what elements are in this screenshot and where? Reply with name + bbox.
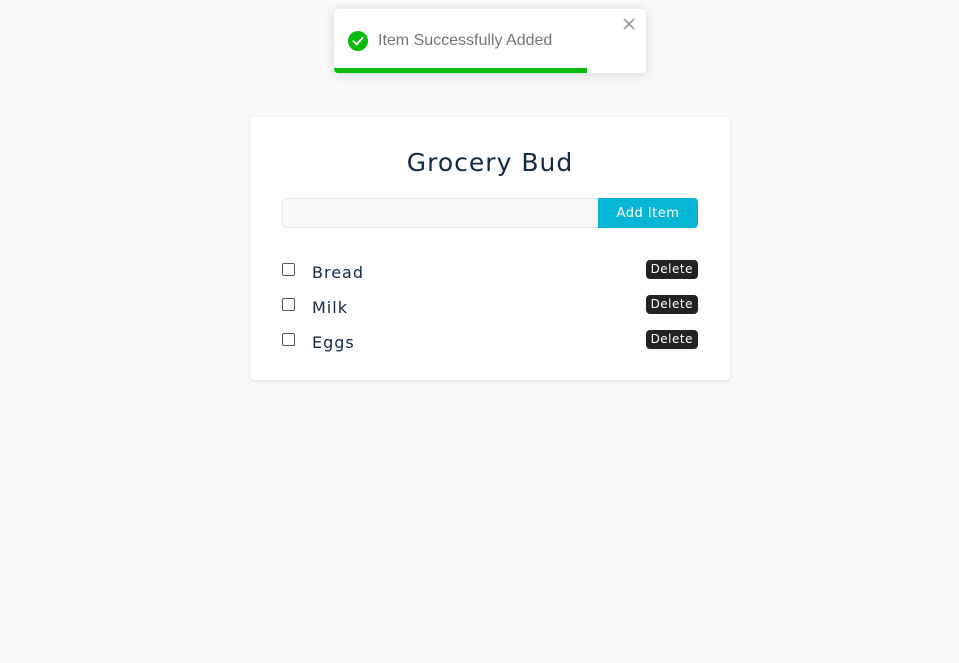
list-item: Eggs Delete [282,325,698,360]
list-item: Bread Delete [282,255,698,290]
delete-button[interactable]: Delete [645,329,698,349]
close-icon[interactable] [622,17,636,31]
toast-progress-bar [334,68,587,73]
delete-button[interactable]: Delete [645,294,698,314]
item-input[interactable] [282,198,598,228]
item-label: Eggs [312,333,355,352]
item-checkbox[interactable] [282,297,295,311]
success-toast: Item Successfully Added [334,9,646,73]
item-checkbox[interactable] [282,262,295,276]
check-circle-icon [348,31,368,51]
list-item: Milk Delete [282,290,698,325]
item-list: Bread Delete Milk Delete Eggs Delete [282,255,698,360]
delete-button[interactable]: Delete [645,259,698,279]
item-checkbox[interactable] [282,332,295,346]
add-item-form: Add Item [282,198,698,228]
add-item-button[interactable]: Add Item [598,198,698,228]
grocery-card: Grocery Bud Add Item Bread Delete Milk D… [250,117,730,380]
item-label: Milk [312,298,348,317]
toast-message: Item Successfully Added [378,32,553,49]
item-label: Bread [312,263,365,282]
page-title: Grocery Bud [406,148,574,177]
